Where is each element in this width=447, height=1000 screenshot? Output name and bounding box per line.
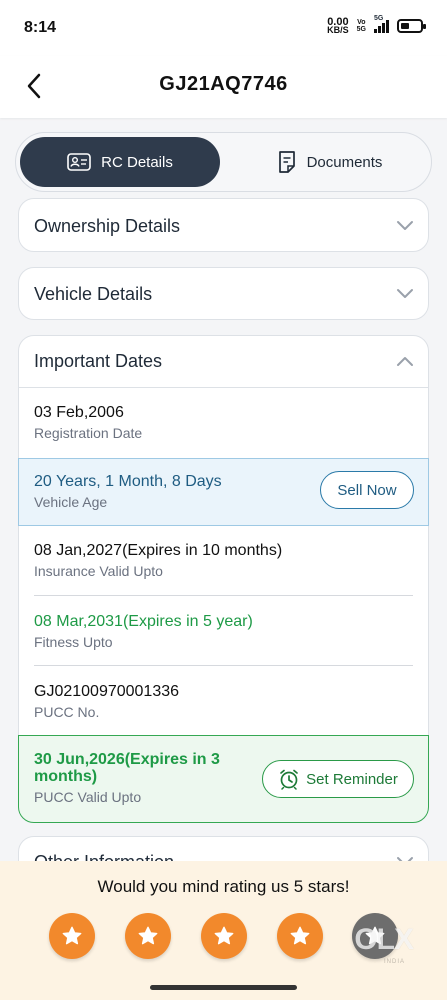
alarm-clock-icon: [280, 769, 298, 790]
vehicle-details-accordion[interactable]: Vehicle Details: [18, 267, 429, 320]
tab-documents[interactable]: Documents: [232, 137, 427, 187]
olx-watermark-sub: INDIA: [383, 959, 405, 965]
rating-star-4[interactable]: [277, 913, 323, 959]
chevron-down-icon: [397, 289, 413, 298]
status-indicators: 0.00 KB/S Vo 5G 5G: [327, 15, 426, 35]
ownership-details-accordion[interactable]: Ownership Details: [18, 198, 429, 252]
registration-date-value: 03 Feb,2006: [34, 404, 124, 421]
pucc-number-row: GJ02100970001336 PUCC No.: [19, 666, 428, 735]
chevron-up-icon: [397, 357, 413, 366]
important-dates-header[interactable]: Important Dates: [19, 336, 428, 388]
chevron-down-icon: [397, 221, 413, 230]
volte-top: Vo: [357, 19, 366, 26]
rating-star-3[interactable]: [201, 913, 247, 959]
volte-bottom: 5G: [356, 26, 366, 33]
tab-rc-details-label: RC Details: [101, 153, 173, 171]
signal-icon: 5G: [374, 15, 389, 33]
page-title: GJ21AQ7746: [159, 73, 288, 95]
star-icon: [214, 926, 234, 945]
network-speed-unit: KB/S: [327, 25, 349, 35]
star-icon: [62, 926, 82, 945]
star-icon: [290, 926, 310, 945]
ownership-details-title: Ownership Details: [34, 216, 181, 236]
home-indicator[interactable]: [150, 985, 297, 990]
volte-icon: Vo 5G: [357, 19, 366, 33]
vehicle-age-label: Vehicle Age: [34, 494, 108, 510]
tab-bar: RC Details Documents: [15, 132, 432, 192]
sell-now-button[interactable]: Sell Now: [320, 471, 414, 509]
fitness-row: 08 Mar,2031(Expires in 5 year) Fitness U…: [19, 596, 428, 666]
set-reminder-button[interactable]: Set Reminder: [262, 760, 414, 798]
app-header: GJ21AQ7746: [0, 56, 447, 118]
vehicle-details-title: Vehicle Details: [34, 284, 153, 304]
pucc-valid-label: PUCC Valid Upto: [34, 789, 142, 805]
battery-icon: [397, 19, 426, 33]
pucc-valid-row: 30 Jun,2026(Expires in 3 months) PUCC Va…: [18, 735, 429, 823]
insurance-value: 08 Jan,2027(Expires in 10 months): [34, 542, 283, 559]
registration-date-label: Registration Date: [34, 425, 143, 441]
important-dates-accordion: Important Dates 03 Feb,2006 Registration…: [18, 335, 429, 823]
network-type: 5G: [374, 15, 384, 22]
pucc-number-label: PUCC No.: [34, 704, 100, 720]
pucc-valid-value-line2: months): [34, 768, 98, 785]
pucc-valid-value-line1: 30 Jun,2026(Expires in 3: [34, 751, 220, 768]
rating-star-1[interactable]: [49, 913, 95, 959]
rating-prompt-text: Would you mind rating us 5 stars!: [97, 877, 350, 896]
olx-watermark: OLX: [354, 923, 414, 956]
status-time: 8:14: [24, 19, 57, 36]
document-icon: [278, 151, 295, 173]
pucc-valid-value: 30 Jun,2026(Expires in 3 months): [34, 751, 220, 785]
insurance-label: Insurance Valid Upto: [34, 563, 163, 579]
registration-date-row: 03 Feb,2006 Registration Date: [19, 388, 428, 458]
battery-fill: [401, 23, 409, 29]
rating-star-2[interactable]: [125, 913, 171, 959]
id-card-icon: [67, 153, 91, 171]
status-bar: 8:14 0.00 KB/S Vo 5G 5G: [0, 0, 447, 56]
vehicle-age-value: 20 Years, 1 Month, 8 Days: [34, 473, 222, 490]
fitness-label: Fitness Upto: [34, 634, 113, 650]
set-reminder-label: Set Reminder: [306, 770, 398, 788]
pucc-number-value: GJ02100970001336: [34, 683, 180, 700]
fitness-value: 08 Mar,2031(Expires in 5 year): [34, 613, 253, 630]
rating-prompt-panel: Would you mind rating us 5 stars! OLX IN…: [0, 861, 447, 1000]
insurance-row: 08 Jan,2027(Expires in 10 months) Insura…: [19, 526, 428, 596]
tab-documents-label: Documents: [306, 153, 383, 171]
tab-rc-details[interactable]: RC Details: [20, 137, 220, 187]
star-icon: [138, 926, 158, 945]
vehicle-age-row: 20 Years, 1 Month, 8 Days Vehicle Age Se…: [18, 458, 429, 526]
network-speed: 0.00 KB/S: [327, 17, 349, 35]
important-dates-title: Important Dates: [34, 351, 163, 371]
